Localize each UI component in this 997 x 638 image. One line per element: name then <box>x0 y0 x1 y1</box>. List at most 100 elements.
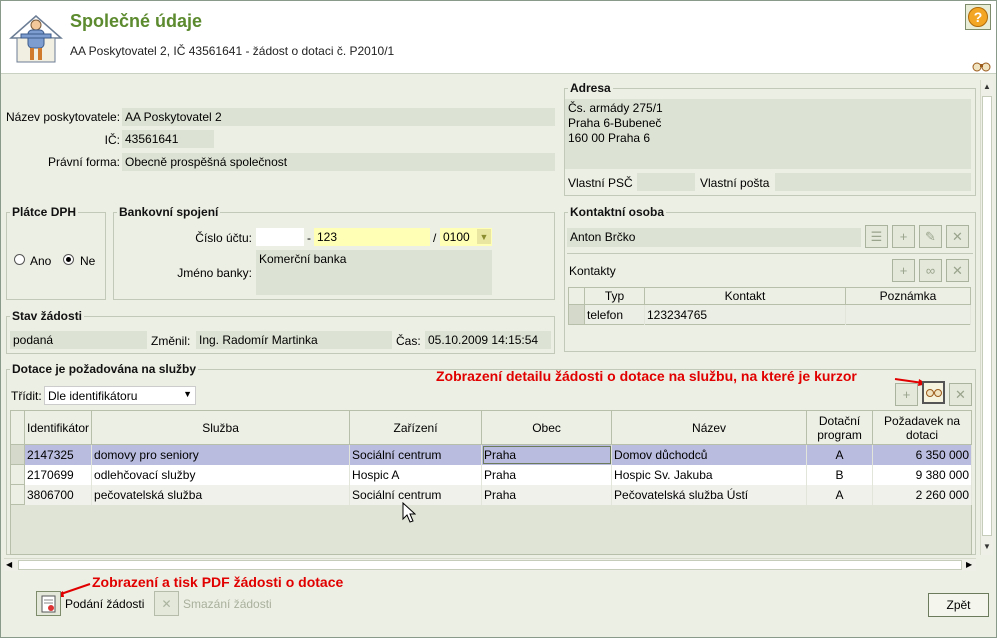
row-marker[interactable] <box>10 464 25 485</box>
cell-city: Praha <box>481 464 613 485</box>
radio-dot <box>66 257 71 262</box>
status-state-field: podaná <box>10 331 147 349</box>
column-header-id[interactable]: Identifikátor <box>23 410 93 445</box>
submit-label[interactable]: Podání žádosti <box>65 597 144 611</box>
column-header-facility[interactable]: Zařízení <box>349 410 483 445</box>
provider-ic-label: IČ: <box>104 133 120 147</box>
contact-note-cell <box>845 304 971 325</box>
services-title: Dotace je požadována na služby <box>10 362 199 376</box>
page-title: Společné údaje <box>70 11 203 31</box>
column-header-note[interactable]: Poznámka <box>845 287 971 305</box>
delete-icon: ✕ <box>161 596 172 611</box>
table-row[interactable]: 2170699 odlehčovací služby Hospic A Prah… <box>10 464 972 485</box>
vat-title: Plátce DPH <box>10 205 79 219</box>
sort-label: Třídit: <box>11 389 42 403</box>
account-number-label: Číslo účtu: <box>195 231 252 245</box>
eraser-icon: ✕ <box>952 228 963 244</box>
cell-service: pečovatelská služba <box>91 484 351 505</box>
vat-yes-radio[interactable] <box>14 254 25 265</box>
address-line-1: Čs. armády 275/1 <box>568 101 663 115</box>
scroll-thumb[interactable] <box>18 560 962 570</box>
column-header-city[interactable]: Obec <box>481 410 613 445</box>
vat-no-radio[interactable] <box>63 254 74 265</box>
cell-program: A <box>806 444 874 465</box>
delete-request-button[interactable]: ✕ <box>154 591 179 616</box>
cell-id: 2170699 <box>24 464 93 485</box>
cell-id: 2147325 <box>24 444 93 465</box>
column-header-service[interactable]: Služba <box>91 410 351 445</box>
contact-select-button[interactable]: ☰ <box>865 225 888 248</box>
service-delete-button[interactable]: ✕ <box>949 383 972 406</box>
time-label: Čas: <box>396 334 421 348</box>
table-row[interactable]: 3806700 pečovatelská služba Sociální cen… <box>10 484 972 505</box>
binoculars-icon[interactable] <box>972 60 992 72</box>
delete-label[interactable]: Smazání žádosti <box>183 597 272 611</box>
contact-value-cell: 123234765 <box>644 304 846 325</box>
back-button[interactable]: Zpět <box>928 593 989 617</box>
document-pdf-icon <box>41 595 56 612</box>
column-header-contact[interactable]: Kontakt <box>644 287 846 305</box>
contacts-table: Typ Kontakt Poznámka telefon 123234765 <box>568 287 971 325</box>
cell-facility: Hospic A <box>349 464 483 485</box>
contact-person-field: Anton Brčko <box>567 228 861 247</box>
cell-name: Pečovatelská služba Ústí <box>611 484 808 505</box>
account-prefix-input[interactable] <box>256 228 304 246</box>
cell-name: Domov důchodců <box>611 444 808 465</box>
service-add-button[interactable]: + <box>895 383 918 406</box>
services-table: Identifikátor Služba Zařízení Obec Název… <box>10 410 972 505</box>
column-header-amount[interactable]: Požadavek na dotaci <box>872 410 972 445</box>
help-icon: ? <box>968 7 988 27</box>
horizontal-scrollbar[interactable]: ◀ ▶ <box>4 558 976 571</box>
delete-icon: ✕ <box>955 386 966 402</box>
sort-value: Dle identifikátoru <box>48 389 138 403</box>
cell-name: Hospic Sv. Jakuba <box>611 464 808 485</box>
address-title: Adresa <box>568 81 613 95</box>
submit-pdf-button[interactable] <box>36 591 61 616</box>
row-marker[interactable] <box>10 484 25 505</box>
scroll-left-icon[interactable]: ◀ <box>6 560 12 569</box>
table-row[interactable]: telefon 123234765 <box>568 304 971 325</box>
address-line-2: Praha 6-Bubeneč <box>568 116 662 130</box>
bank-code-select[interactable]: 0100 ▼ <box>440 228 492 246</box>
legal-form-field: Obecně prospěšná společnost <box>122 153 555 171</box>
contacts-delete-button[interactable]: ✕ <box>946 259 969 282</box>
service-detail-button[interactable] <box>922 381 945 404</box>
column-header-type[interactable]: Typ <box>584 287 645 305</box>
legal-form-label: Právní forma: <box>47 155 120 169</box>
header: Společné údaje AA Poskytovatel 2, IČ 435… <box>1 1 996 74</box>
cell-program: A <box>806 484 874 505</box>
scroll-up-icon[interactable]: ▲ <box>983 82 991 91</box>
sort-select[interactable]: Dle identifikátoru ▼ <box>44 386 196 405</box>
scroll-down-icon[interactable]: ▼ <box>983 542 991 551</box>
account-number-input[interactable]: 123 <box>314 228 430 246</box>
changed-by-label: Změnil: <box>151 334 191 348</box>
contacts-add-button[interactable]: + <box>892 259 915 282</box>
cell-facility: Sociální centrum <box>349 444 483 465</box>
contact-add-button[interactable]: + <box>892 225 915 248</box>
row-marker[interactable] <box>568 304 585 325</box>
cell-city: Praha <box>481 484 613 505</box>
cell-city-focused[interactable]: Praha <box>481 444 613 465</box>
chevron-down-icon[interactable]: ▼ <box>477 229 491 244</box>
list-icon: ☰ <box>870 228 883 244</box>
table-row-selected[interactable]: 2147325 domovy pro seniory Sociální cent… <box>10 444 972 465</box>
row-marker-header <box>568 287 585 305</box>
cell-program: B <box>806 464 874 485</box>
column-header-name[interactable]: Název <box>611 410 808 445</box>
chevron-down-icon[interactable]: ▼ <box>183 389 192 399</box>
scroll-right-icon[interactable]: ▶ <box>966 560 972 569</box>
contact-edit-button[interactable]: ✎ <box>919 225 942 248</box>
wrench-icon: ✎ <box>925 228 936 244</box>
add-icon: + <box>902 387 911 402</box>
vat-no-label: Ne <box>80 254 96 268</box>
help-button[interactable]: ? <box>965 4 991 30</box>
own-post-field <box>775 173 971 191</box>
vertical-scrollbar[interactable]: ▲ ▼ <box>980 80 993 555</box>
row-marker[interactable] <box>10 444 25 465</box>
bank-name-label: Jméno banky: <box>177 266 252 280</box>
contact-delete-button[interactable]: ✕ <box>946 225 969 248</box>
column-header-program[interactable]: Dotační program <box>806 410 874 445</box>
scroll-thumb[interactable] <box>982 96 992 536</box>
delete-icon: ✕ <box>952 262 963 278</box>
contacts-view-button[interactable]: ∞ <box>919 259 942 282</box>
